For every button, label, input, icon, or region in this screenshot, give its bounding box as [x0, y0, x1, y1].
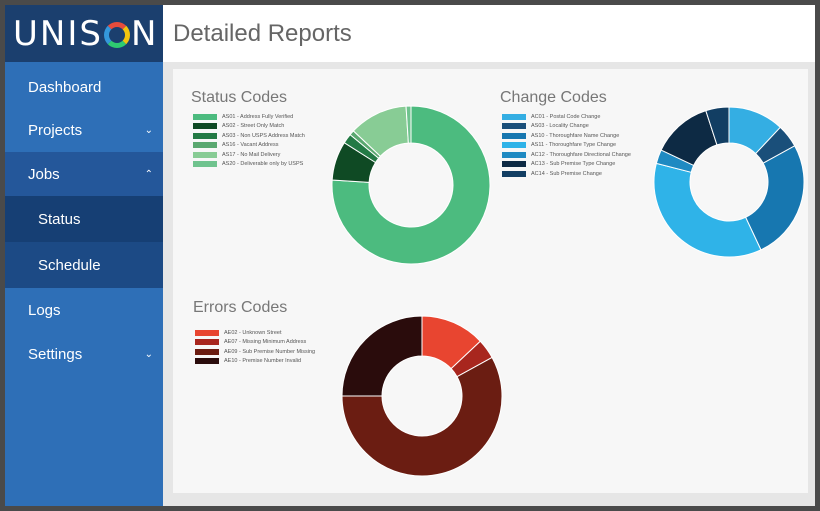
legend-label: AS03 - Locality Change	[531, 123, 589, 130]
sidebar-item-jobs[interactable]: Jobs ⌃	[5, 152, 163, 196]
legend-entry[interactable]: AS17 - No Mail Delivery	[193, 150, 305, 160]
legend-swatch	[193, 151, 217, 158]
sidebar-item-dashboard[interactable]: Dashboard	[5, 66, 163, 108]
change-codes-title: Change Codes	[500, 89, 607, 106]
legend-entry[interactable]: AS03 - Locality Change	[502, 122, 631, 132]
legend-label: AS16 - Vacant Address	[222, 142, 279, 149]
chevron-down-icon: ⌄	[144, 124, 153, 136]
legend-swatch	[193, 161, 217, 168]
sidebar: UNIS N Dashboard Projects ⌄ Jobs ⌃ Status…	[5, 5, 163, 506]
sidebar-item-label: Logs	[28, 301, 61, 319]
errors-legend: AE02 - Unknown Street AE07 - Missing Mini…	[195, 328, 315, 366]
legend-entry[interactable]: AE07 - Missing Minimum Address	[195, 338, 315, 348]
legend-label: AS10 - Thoroughfare Name Change	[531, 132, 620, 139]
legend-swatch	[195, 348, 219, 355]
legend-swatch	[193, 123, 217, 130]
legend-swatch	[502, 161, 526, 168]
legend-label: AS20 - Deliverable only by USPS	[222, 161, 304, 168]
legend-swatch	[193, 113, 217, 120]
legend-swatch	[195, 329, 219, 336]
legend-entry[interactable]: AE09 - Sub Premise Number Missing	[195, 347, 315, 357]
sidebar-item-label: Jobs	[28, 165, 60, 183]
app-window: UNIS N Dashboard Projects ⌄ Jobs ⌃ Status…	[0, 0, 820, 511]
legend-swatch	[502, 123, 526, 130]
legend-entry[interactable]: AC14 - Sub Premise Change	[502, 169, 631, 179]
header: Detailed Reports	[163, 5, 815, 62]
legend-entry[interactable]: AS10 - Thoroughfare Name Change	[502, 131, 631, 141]
sidebar-item-settings[interactable]: Settings ⌄	[5, 332, 163, 376]
chevron-down-icon: ⌄	[144, 348, 153, 360]
change-donut-chart	[653, 106, 805, 258]
legend-swatch	[195, 358, 219, 365]
legend-entry[interactable]: AC12 - Thoroughfare Directional Change	[502, 150, 631, 160]
legend-label: AS02 - Street Only Match	[222, 123, 285, 130]
sidebar-item-projects[interactable]: Projects ⌄	[5, 108, 163, 152]
status-legend: AS01 - Address Fully Verified AS02 - Stre…	[193, 112, 305, 169]
legend-label: AC12 - Thoroughfare Directional Change	[531, 151, 631, 158]
legend-label: AS03 - Non USPS Address Match	[222, 132, 305, 139]
legend-label: AE02 - Unknown Street	[224, 329, 282, 336]
donut-slice[interactable]	[341, 315, 423, 397]
legend-label: AS11 - Thoroughfare Type Change	[531, 142, 617, 149]
sidebar-item-label: Dashboard	[28, 78, 102, 96]
logo-ring-icon	[103, 21, 130, 48]
legend-label: AE07 - Missing Minimum Address	[224, 339, 307, 346]
legend-label: AC01 - Postal Code Change	[531, 113, 601, 120]
page-title: Detailed Reports	[173, 19, 352, 47]
legend-entry[interactable]: AC13 - Sub Premise Type Change	[502, 160, 631, 170]
sidebar-item-label: Settings	[28, 345, 83, 363]
legend-label: AC13 - Sub Premise Type Change	[531, 161, 616, 168]
donut-slice[interactable]	[653, 162, 762, 258]
legend-entry[interactable]: AS03 - Non USPS Address Match	[193, 131, 305, 141]
logo-text: UNIS N	[13, 13, 159, 54]
sidebar-item-logs[interactable]: Logs	[5, 288, 163, 332]
legend-entry[interactable]: AC01 - Postal Code Change	[502, 112, 631, 122]
legend-entry[interactable]: AE10 - Premise Number Invalid	[195, 357, 315, 367]
legend-label: AE10 - Premise Number Invalid	[224, 358, 302, 365]
legend-swatch	[195, 339, 219, 346]
change-legend: AC01 - Postal Code Change AS03 - Locality…	[502, 112, 631, 179]
sidebar-item-status[interactable]: Status	[5, 196, 163, 242]
sidebar-item-label: Projects	[28, 121, 83, 139]
legend-swatch	[502, 142, 526, 149]
status-donut-chart	[331, 105, 491, 265]
legend-entry[interactable]: AE02 - Unknown Street	[195, 328, 315, 338]
legend-swatch	[502, 151, 526, 158]
legend-entry[interactable]: AS11 - Thoroughfare Type Change	[502, 141, 631, 151]
legend-entry[interactable]: AS01 - Address Fully Verified	[193, 112, 305, 122]
reports-panel: Status Codes AS01 - Address Fully Verifi…	[173, 69, 808, 493]
app-logo[interactable]: UNIS N	[5, 5, 163, 62]
legend-swatch	[502, 132, 526, 139]
sidebar-item-schedule[interactable]: Schedule	[5, 242, 163, 288]
legend-entry[interactable]: AS20 - Deliverable only by USPS	[193, 160, 305, 170]
legend-entry[interactable]: AS02 - Street Only Match	[193, 122, 305, 132]
legend-swatch	[502, 170, 526, 177]
sidebar-item-label: Status	[38, 210, 81, 228]
legend-swatch	[193, 142, 217, 149]
chevron-up-icon: ⌃	[144, 168, 153, 180]
legend-label: AE09 - Sub Premise Number Missing	[224, 348, 316, 355]
legend-entry[interactable]: AS16 - Vacant Address	[193, 141, 305, 151]
status-codes-title: Status Codes	[191, 89, 288, 106]
legend-swatch	[193, 132, 217, 139]
sidebar-item-label: Schedule	[38, 256, 101, 274]
legend-label: AC14 - Sub Premise Change	[531, 170, 602, 177]
legend-label: AS01 - Address Fully Verified	[222, 113, 294, 120]
legend-label: AS17 - No Mail Delivery	[222, 151, 281, 158]
errors-donut-chart	[341, 315, 503, 477]
errors-codes-title: Errors Codes	[193, 299, 288, 316]
donut-slice[interactable]	[744, 145, 805, 251]
legend-swatch	[502, 113, 526, 120]
